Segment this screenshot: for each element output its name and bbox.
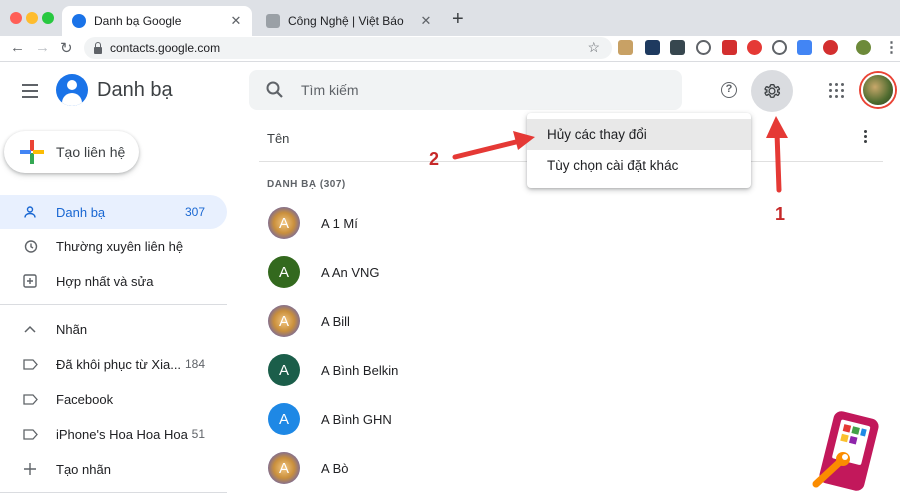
screenshot-root: Danh bạ Google ✕ Công Nghệ | Việt Báo ✕ … (0, 0, 900, 500)
annotation-step-1: 1 (775, 204, 786, 224)
annotation-arrowhead-2 (513, 131, 535, 150)
annotation-arrow-2 (452, 138, 523, 160)
annotation-arrows (452, 116, 788, 193)
watermark-phone-repair-logo (812, 411, 879, 491)
annotation-step-2: 2 (429, 149, 440, 169)
annotation-arrow-1 (774, 130, 782, 193)
annotation-arrowhead-1 (766, 116, 788, 138)
